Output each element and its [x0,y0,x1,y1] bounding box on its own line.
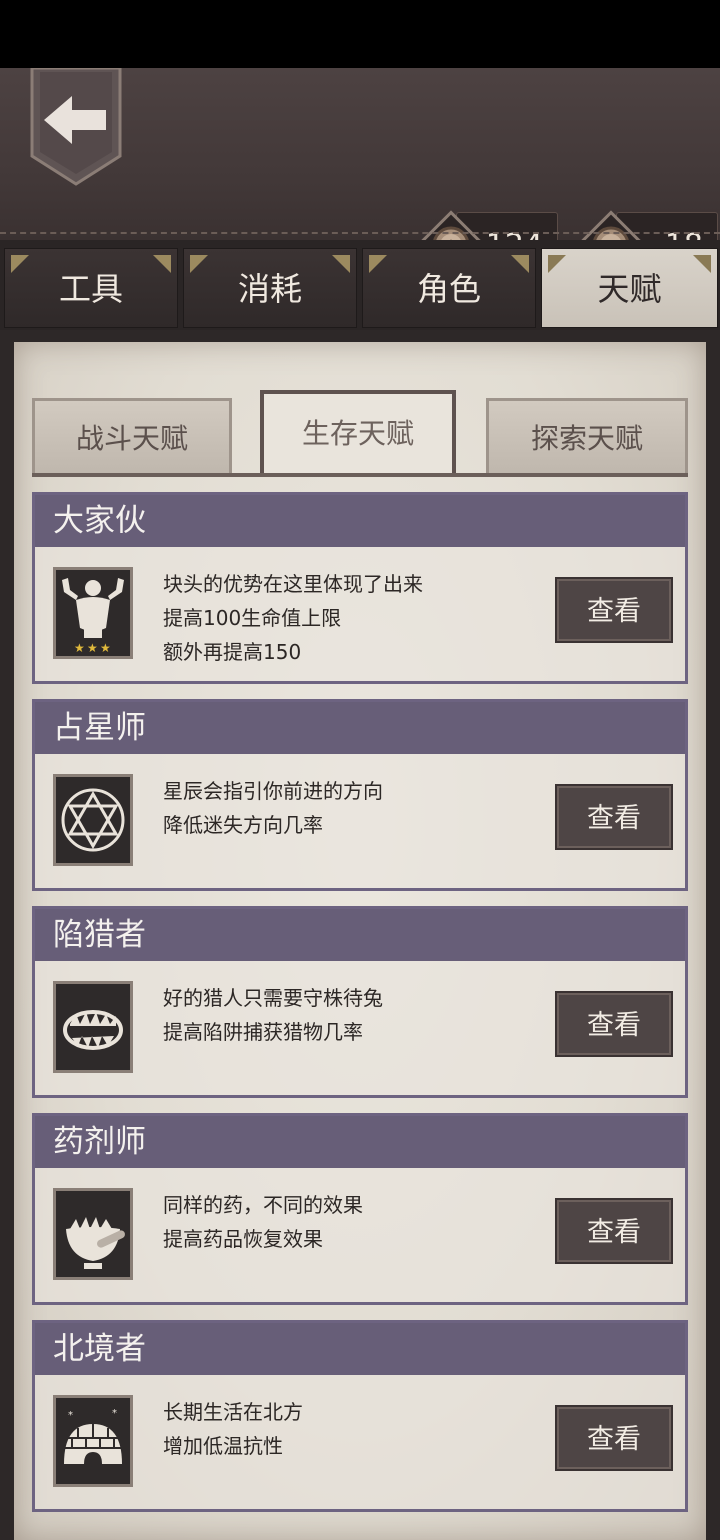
back-arrow-icon [30,66,122,186]
tab-consumables[interactable]: 消耗 [183,248,357,328]
talent-line: 提高100生命值上限 [163,606,342,630]
status-bar [0,0,720,68]
talent-name: 陷猎者 [35,909,685,961]
talent-panel: 战斗天赋 生存天赋 探索天赋 大家伙 ★ ★ ★ 块头的优势在这里体现了出来 提… [0,330,720,1540]
tab-talents[interactable]: 天赋 [541,248,718,328]
mortar-pestle-icon [53,1188,133,1280]
tab-characters[interactable]: 角色 [362,248,536,328]
view-button[interactable]: 查看 [555,577,673,643]
corner-ornament-icon [11,255,29,273]
tab-tools-label: 工具 [58,270,123,308]
view-button[interactable]: 查看 [555,784,673,850]
category-tabs: 工具 消耗 角色 天赋 [0,240,720,330]
talent-line: 提高陷阱捕获猎物几率 [163,1020,363,1044]
talent-line: 长期生活在北方 [163,1400,303,1424]
talent-description: 好的猎人只需要守株待兔 提高陷阱捕获猎物几率 [163,981,543,1049]
svg-text:★: ★ [100,641,111,655]
corner-ornament-icon [511,255,529,273]
talent-line: 增加低温抗性 [163,1434,283,1458]
talent-name: 大家伙 [35,495,685,547]
talent-card: 占星师 星辰会指引你前进的方向 降低迷失方向几率 查看 [32,699,688,891]
svg-text:★: ★ [74,641,85,655]
talent-card: 药剂师 同样的药，不同的效果 提高药品恢复效果 查看 [32,1113,688,1305]
corner-ornament-icon [332,255,350,273]
tab-tools[interactable]: 工具 [4,248,178,328]
svg-text:★: ★ [87,641,98,655]
tab-characters-label: 角色 [416,270,481,308]
igloo-icon: * * [53,1395,133,1487]
subtab-combat-talents[interactable]: 战斗天赋 [32,398,232,474]
talent-name: 药剂师 [35,1116,685,1168]
talent-card: 大家伙 ★ ★ ★ 块头的优势在这里体现了出来 提高100生命值上限 额外再提高… [32,492,688,684]
talent-line: 额外再提高150 [163,640,302,664]
back-button[interactable] [30,66,122,186]
talent-description: 块头的优势在这里体现了出来 提高100生命值上限 额外再提高150 [163,567,543,669]
subtab-survival-talents[interactable]: 生存天赋 [260,390,456,476]
talent-line: 提高药品恢复效果 [163,1227,323,1251]
svg-text:*: * [112,1408,117,1419]
talent-description: 长期生活在北方 增加低温抗性 [163,1395,543,1463]
paper-background: 战斗天赋 生存天赋 探索天赋 大家伙 ★ ★ ★ 块头的优势在这里体现了出来 提… [14,342,706,1540]
talent-card: 陷猎者 好的猎人只需要守株待兔 提高陷阱捕获猎物几率 查看 [32,906,688,1098]
talent-name: 北境者 [35,1323,685,1375]
subtab-exploration-talents[interactable]: 探索天赋 [486,398,688,474]
talent-line: 同样的药，不同的效果 [163,1193,363,1217]
talent-description: 星辰会指引你前进的方向 降低迷失方向几率 [163,774,543,842]
subtab-exploration-label: 探索天赋 [530,422,643,455]
subtab-combat-label: 战斗天赋 [75,422,188,455]
corner-ornament-icon [153,255,171,273]
view-button[interactable]: 查看 [555,1198,673,1264]
corner-ornament-icon [548,255,566,273]
view-button[interactable]: 查看 [555,991,673,1057]
bear-trap-icon [53,981,133,1073]
muscle-man-icon: ★ ★ ★ [53,567,133,659]
talent-line: 好的猎人只需要守株待兔 [163,986,383,1010]
corner-ornament-icon [693,255,711,273]
header: 124 18 [0,66,720,280]
svg-text:*: * [68,1410,73,1421]
talent-card: 北境者 * * 长期生活在北方 增加低温抗性 查看 [32,1320,688,1512]
tab-talents-label: 天赋 [597,270,662,308]
talent-line: 块头的优势在这里体现了出来 [163,572,423,596]
hexagram-icon [53,774,133,866]
corner-ornament-icon [190,255,208,273]
subtab-underline [32,473,688,477]
talent-line: 星辰会指引你前进的方向 [163,779,383,803]
talent-name: 占星师 [35,702,685,754]
talent-description: 同样的药，不同的效果 提高药品恢复效果 [163,1188,543,1256]
subtab-survival-label: 生存天赋 [301,417,414,450]
tab-consumables-label: 消耗 [237,270,302,308]
talent-line: 降低迷失方向几率 [163,813,323,837]
corner-ornament-icon [369,255,387,273]
view-button[interactable]: 查看 [555,1405,673,1471]
